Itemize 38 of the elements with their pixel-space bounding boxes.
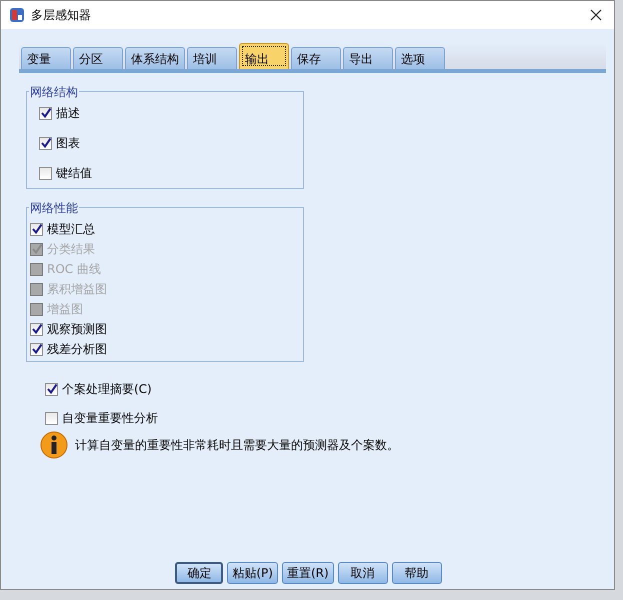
checkbox[interactable] xyxy=(45,412,58,424)
group-title: 网络结构 xyxy=(29,84,79,101)
checkbox[interactable] xyxy=(39,106,52,120)
tab[interactable]: 体系结构 xyxy=(125,47,185,69)
dialog-button[interactable]: 取消 xyxy=(338,562,388,584)
dialog-button[interactable]: 粘贴(P) xyxy=(227,562,278,584)
dialog-button[interactable]: 确定 xyxy=(175,562,224,584)
checkbox-label: 分类结果 xyxy=(47,240,95,258)
checkbox-label: 描述 xyxy=(56,104,80,122)
checkbox-label: 残差分析图 xyxy=(47,340,107,358)
checkbox[interactable] xyxy=(39,166,52,180)
checkbox[interactable] xyxy=(45,382,58,396)
dialog-button[interactable]: 帮助 xyxy=(392,562,442,584)
group-title: 网络性能 xyxy=(29,200,79,217)
checkbox[interactable] xyxy=(30,342,43,356)
checkbox-label: 个案处理摘要(C) xyxy=(62,380,152,398)
checkbox[interactable] xyxy=(30,222,43,236)
app-icon xyxy=(9,7,25,23)
tab[interactable]: 培训 xyxy=(187,47,237,69)
tab[interactable]: 导出 xyxy=(343,47,393,69)
window-title: 多层感知器 xyxy=(31,6,92,24)
checkbox[interactable] xyxy=(30,322,43,336)
checkbox-label: 图表 xyxy=(56,134,80,152)
info-text: 计算自变量的重要性非常耗时且需要大量的预测器及个案数。 xyxy=(75,437,399,454)
checkbox-label: 自变量重要性分析 xyxy=(62,410,158,426)
checkbox-label: 键结值 xyxy=(56,164,92,182)
tab[interactable]: 分区 xyxy=(73,47,123,69)
tab[interactable]: 输出 xyxy=(239,43,289,69)
checkbox-label: 模型汇总 xyxy=(47,220,95,238)
checkbox-label: ROC 曲线 xyxy=(47,260,101,278)
checkbox-label: 增益图 xyxy=(47,300,83,318)
checkbox[interactable] xyxy=(39,136,52,150)
dialog-button[interactable]: 重置(R) xyxy=(282,562,334,584)
checkbox-label: 累积增益图 xyxy=(47,280,107,298)
checkbox-label: 观察预测图 xyxy=(47,320,107,338)
tab[interactable]: 选项 xyxy=(395,47,445,69)
tab[interactable]: 保存 xyxy=(291,47,341,69)
tab[interactable]: 变量 xyxy=(21,47,71,69)
